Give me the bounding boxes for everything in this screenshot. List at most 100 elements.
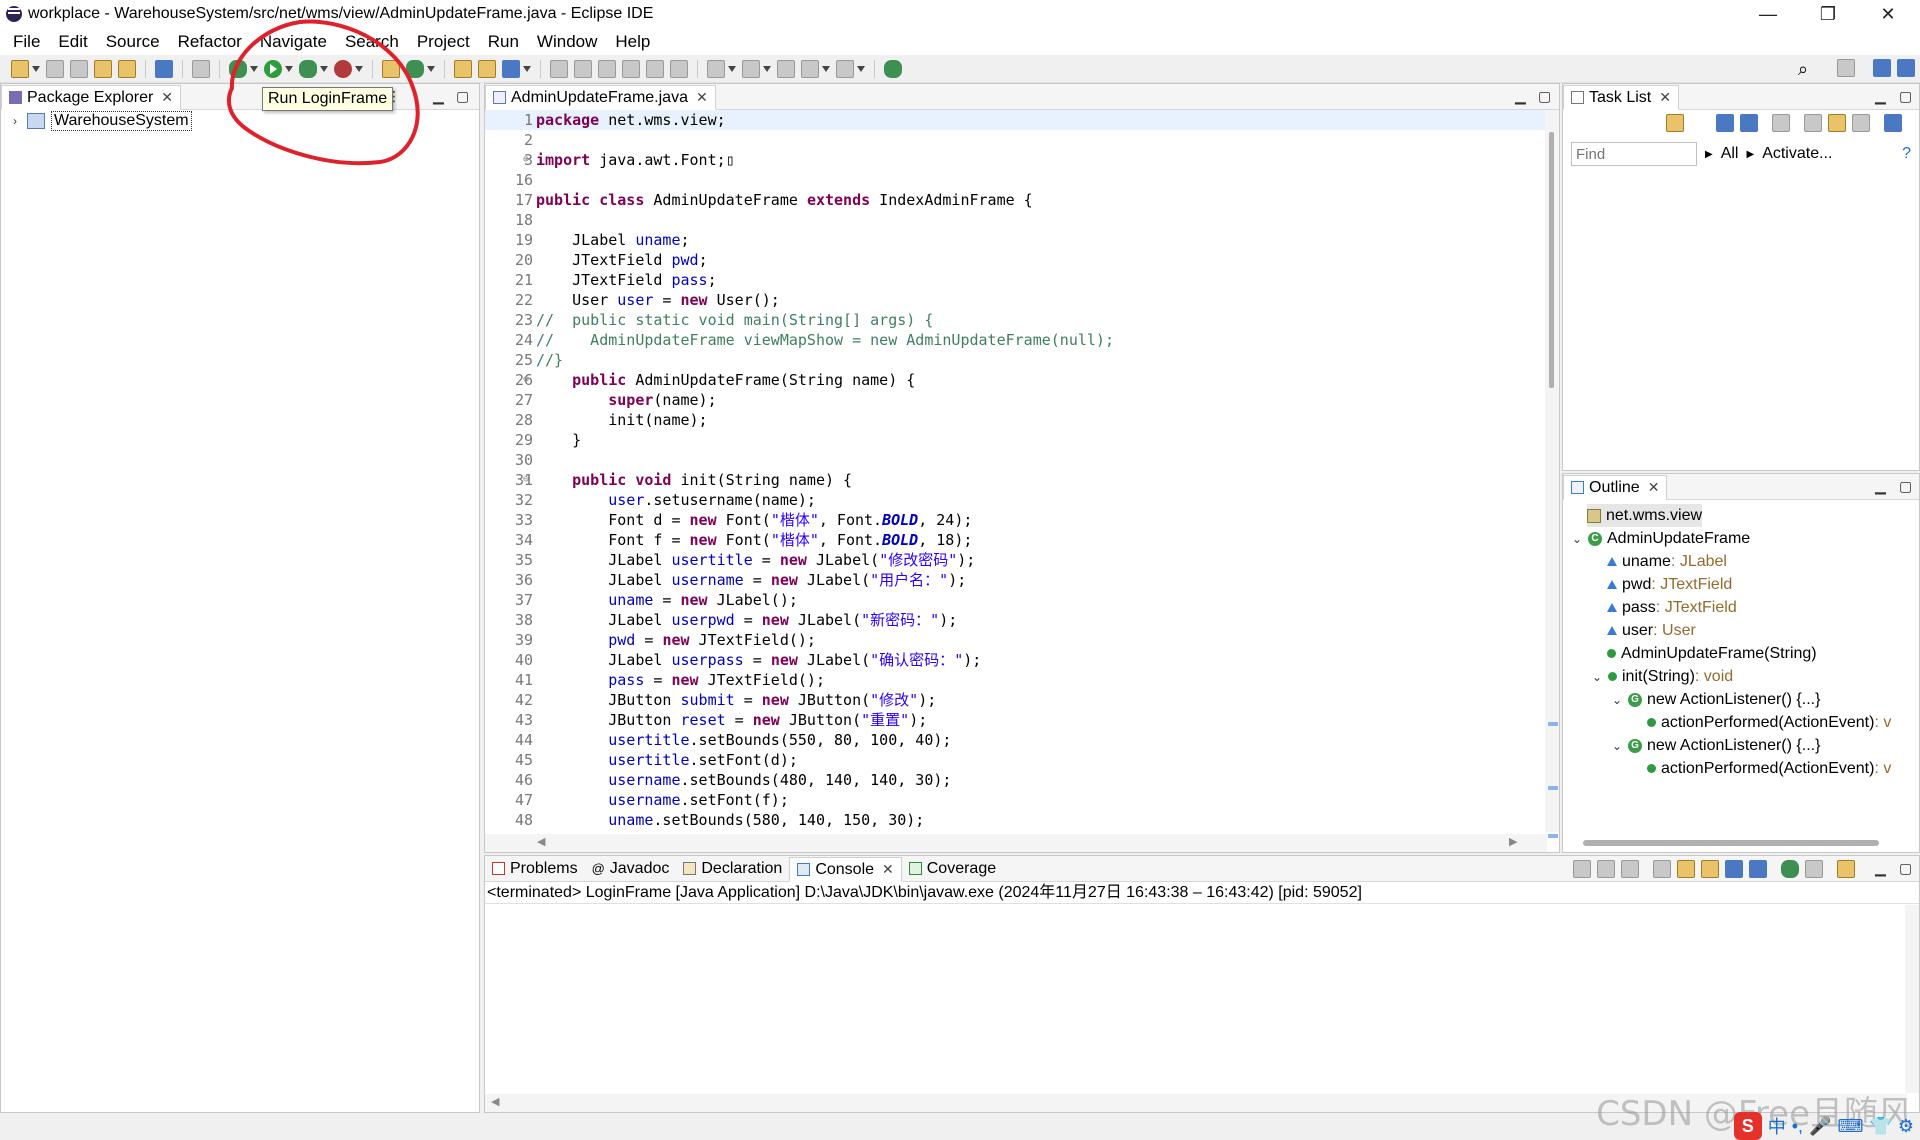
last-edit-location-icon[interactable] bbox=[777, 59, 795, 78]
minimize-view-icon[interactable]: ▁ bbox=[1875, 478, 1886, 495]
code-line[interactable]: 46 username.setBounds(480, 140, 140, 30)… bbox=[485, 770, 1547, 790]
word-wrap-icon[interactable] bbox=[622, 59, 640, 78]
maximize-view-icon[interactable]: ▢ bbox=[456, 88, 469, 105]
maximize-view-icon[interactable]: ▢ bbox=[1899, 88, 1912, 105]
code-line[interactable]: 31 ⊖ public void init(String name) { bbox=[485, 470, 1547, 490]
code-text[interactable]: } bbox=[536, 430, 581, 450]
tab-task-list[interactable]: Task List ✕ bbox=[1563, 85, 1679, 110]
terminal-icon[interactable] bbox=[155, 59, 173, 78]
code-line[interactable]: 18 bbox=[485, 210, 1547, 230]
tab-console[interactable]: Console ✕ bbox=[789, 857, 902, 882]
fold-toggle-icon[interactable]: ⊖ bbox=[523, 370, 529, 390]
console-vertical-scrollbar[interactable] bbox=[1905, 905, 1919, 1093]
next-annotation-dropdown-icon[interactable] bbox=[728, 65, 736, 72]
previous-annotation-icon[interactable] bbox=[742, 59, 760, 78]
code-text[interactable]: public class AdminUpdateFrame extends In… bbox=[536, 190, 1033, 210]
code-text[interactable]: uname.setBounds(580, 140, 150, 30); bbox=[536, 810, 924, 830]
settings-icon[interactable]: ⚙ bbox=[1898, 1116, 1914, 1137]
remove-launch-icon[interactable] bbox=[1597, 860, 1615, 878]
open-console-icon[interactable] bbox=[1837, 860, 1855, 878]
code-text[interactable]: pwd = new JTextField(); bbox=[536, 630, 816, 650]
code-text[interactable]: User user = new User(); bbox=[536, 290, 780, 310]
maximize-view-icon[interactable]: ▢ bbox=[1538, 88, 1551, 105]
code-text[interactable]: JTextField pwd; bbox=[536, 250, 707, 270]
restore-button[interactable]: ❐ bbox=[1800, 0, 1856, 28]
menu-search[interactable]: Search bbox=[336, 28, 408, 55]
outline-horizontal-scrollbar[interactable] bbox=[1583, 840, 1879, 846]
code-line[interactable]: 26 ⊖ public AdminUpdateFrame(String name)… bbox=[485, 370, 1547, 390]
code-text[interactable]: Font d = new Font("楷体", Font.BOLD, 24); bbox=[536, 510, 972, 530]
save-all-icon[interactable] bbox=[70, 59, 88, 78]
code-line[interactable]: 16 bbox=[485, 170, 1547, 190]
fold-toggle-icon[interactable]: ⊖ bbox=[523, 470, 529, 490]
collapse-all-icon[interactable] bbox=[1828, 114, 1846, 132]
coverage-icon[interactable] bbox=[299, 59, 317, 78]
minimize-button[interactable]: — bbox=[1740, 0, 1796, 28]
microphone-icon[interactable]: 🎤 bbox=[1809, 1116, 1831, 1137]
external-tools-dropdown-icon[interactable] bbox=[355, 65, 363, 72]
minimize-view-icon[interactable]: ▁ bbox=[1875, 88, 1886, 105]
tab-coverage[interactable]: Coverage bbox=[902, 856, 1003, 881]
code-text[interactable]: //} bbox=[536, 350, 563, 370]
menu-window[interactable]: Window bbox=[528, 28, 606, 55]
chevron-down-icon[interactable]: ⌄ bbox=[1571, 532, 1583, 546]
all-link[interactable]: All bbox=[1721, 145, 1739, 163]
tab-problems[interactable]: Problems bbox=[485, 856, 585, 881]
code-text[interactable]: JLabel uname; bbox=[536, 230, 689, 250]
ime-chinese-icon[interactable]: 中 bbox=[1768, 1113, 1786, 1139]
code-line[interactable]: 21 JTextField pass; bbox=[485, 270, 1547, 290]
scroll-left-icon[interactable]: ◀ bbox=[491, 1095, 499, 1108]
outline-item[interactable]: pass : JTextField bbox=[1607, 596, 1737, 619]
close-icon[interactable]: ✕ bbox=[696, 89, 708, 106]
clear-console-icon[interactable] bbox=[1653, 860, 1671, 878]
back-dropdown-icon[interactable] bbox=[822, 65, 830, 72]
outline-item[interactable]: ⌄ Gnew ActionListener() {...} bbox=[1611, 688, 1820, 711]
toggle-breadcrumb-icon[interactable] bbox=[574, 59, 592, 78]
code-text[interactable]: super(name); bbox=[536, 390, 716, 410]
outline-item[interactable]: pwd : JTextField bbox=[1607, 573, 1732, 596]
scroll-lock-icon[interactable] bbox=[1677, 860, 1695, 878]
new-dropdown-icon[interactable] bbox=[32, 65, 40, 72]
editor-horizontal-scrollbar[interactable]: ◀ ▶ bbox=[485, 834, 1547, 852]
code-line[interactable]: 20 JTextField pwd; bbox=[485, 250, 1547, 270]
code-line[interactable]: 28 init(name); bbox=[485, 410, 1547, 430]
back-icon[interactable] bbox=[801, 59, 819, 78]
toggle-block-selection-icon[interactable] bbox=[598, 59, 616, 78]
code-line[interactable]: 27 super(name); bbox=[485, 390, 1547, 410]
run-dropdown-icon[interactable] bbox=[285, 65, 293, 72]
sync-icon[interactable] bbox=[1884, 114, 1902, 132]
code-text[interactable]: JButton submit = new JButton("修改"); bbox=[536, 690, 936, 710]
project-name[interactable]: WarehouseSystem bbox=[51, 111, 192, 131]
code-line[interactable]: 24// AdminUpdateFrame viewMapShow = new … bbox=[485, 330, 1547, 350]
menu-navigate[interactable]: Navigate bbox=[251, 28, 336, 55]
code-line[interactable]: 17 public class AdminUpdateFrame extends … bbox=[485, 190, 1547, 210]
focus-workweek-icon[interactable] bbox=[1772, 114, 1790, 132]
code-line[interactable]: 3 ⊕ import java.awt.Font;▯ bbox=[485, 150, 1547, 170]
show-on-stdout-icon[interactable] bbox=[1725, 860, 1743, 878]
terminate-icon[interactable] bbox=[1573, 860, 1591, 878]
search-icon[interactable]: ⌕ bbox=[1798, 59, 1808, 80]
editor-vertical-scrollbar[interactable] bbox=[1545, 110, 1559, 838]
show-whitespace-icon[interactable] bbox=[646, 59, 664, 78]
java-perspective-icon[interactable] bbox=[1873, 59, 1891, 77]
forward-dropdown-icon[interactable] bbox=[857, 65, 865, 72]
skin-icon[interactable]: 👕 bbox=[1869, 1116, 1891, 1137]
expand-all-icon[interactable] bbox=[1852, 114, 1870, 132]
show-formatting-icon[interactable] bbox=[670, 59, 688, 78]
menu-source[interactable]: Source bbox=[97, 28, 169, 55]
chevron-down-icon[interactable]: ⌄ bbox=[1591, 670, 1603, 684]
code-text[interactable]: // public static void main(String[] args… bbox=[536, 310, 933, 330]
punctuation-icon[interactable]: •, bbox=[1792, 1116, 1803, 1137]
code-line[interactable]: 2 bbox=[485, 130, 1547, 150]
outline-item[interactable]: net.wms.view bbox=[1587, 504, 1703, 527]
chevron-down-icon[interactable]: ⌄ bbox=[1611, 739, 1623, 753]
close-icon[interactable]: ✕ bbox=[1648, 479, 1660, 496]
new-java-package-icon[interactable] bbox=[382, 59, 400, 78]
tab-declaration[interactable]: Declaration bbox=[676, 856, 789, 881]
skip-breakpoints-icon[interactable] bbox=[192, 59, 210, 78]
code-line[interactable]: 38 JLabel userpwd = new JLabel("新密码："); bbox=[485, 610, 1547, 630]
code-text[interactable]: usertitle.setFont(d); bbox=[536, 750, 798, 770]
code-line[interactable]: 22 User user = new User(); bbox=[485, 290, 1547, 310]
tree-row-project[interactable]: › WarehouseSystem bbox=[1, 110, 479, 132]
code-text[interactable]: username.setFont(f); bbox=[536, 790, 789, 810]
